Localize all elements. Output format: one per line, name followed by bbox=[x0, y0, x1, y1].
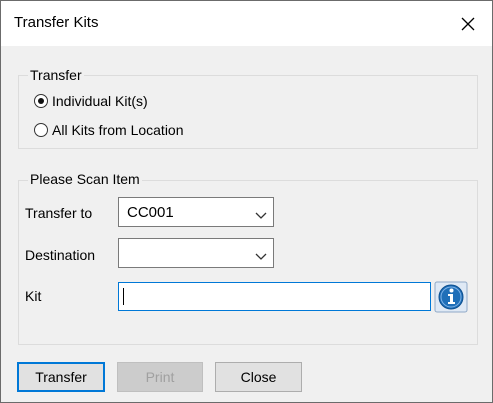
kit-input[interactable] bbox=[118, 282, 431, 311]
radio-button-unchecked[interactable] bbox=[34, 123, 48, 137]
transfer-button-label: Transfer bbox=[35, 369, 87, 385]
radio-individual-kits-label: Individual Kit(s) bbox=[52, 93, 148, 109]
chevron-down-icon bbox=[255, 207, 267, 223]
transfer-kits-dialog: Transfer Kits Transfer Individual Kit(s)… bbox=[0, 0, 493, 403]
transfer-group-legend: Transfer bbox=[28, 67, 84, 83]
radio-individual-kits[interactable]: Individual Kit(s) bbox=[34, 93, 148, 109]
radio-button-checked[interactable] bbox=[34, 94, 48, 108]
radio-all-kits-from-location[interactable]: All Kits from Location bbox=[34, 122, 184, 138]
transfer-to-label: Transfer to bbox=[25, 205, 93, 221]
radio-all-kits-label: All Kits from Location bbox=[52, 122, 184, 138]
transfer-button[interactable]: Transfer bbox=[17, 362, 105, 392]
close-button[interactable]: Close bbox=[215, 362, 302, 392]
info-icon[interactable] bbox=[434, 281, 468, 313]
print-button[interactable]: Print bbox=[117, 362, 203, 392]
close-button-label: Close bbox=[240, 369, 277, 385]
kit-label: Kit bbox=[25, 288, 42, 304]
title-bar: Transfer Kits bbox=[1, 1, 492, 46]
chevron-down-icon bbox=[255, 248, 267, 264]
destination-label: Destination bbox=[25, 247, 96, 263]
close-icon[interactable] bbox=[450, 8, 486, 40]
transfer-to-dropdown[interactable]: CC001 bbox=[118, 197, 274, 227]
dialog-title: Transfer Kits bbox=[14, 14, 99, 31]
print-button-label: Print bbox=[145, 369, 175, 385]
scan-item-group-legend: Please Scan Item bbox=[28, 171, 142, 187]
text-caret bbox=[123, 288, 124, 305]
transfer-to-value: CC001 bbox=[127, 204, 174, 221]
destination-dropdown[interactable] bbox=[118, 238, 274, 268]
